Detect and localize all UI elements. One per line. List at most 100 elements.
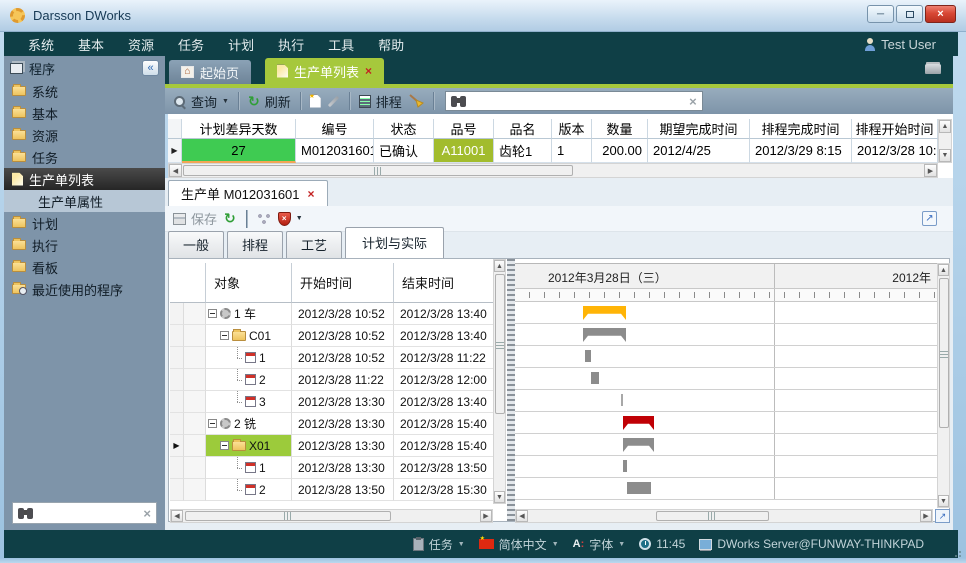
grid-column-header-4[interactable]: 品名 (494, 119, 552, 139)
grid-data-row[interactable]: ▶27M012031601已确认A11001齿轮11200.002012/4/2… (168, 139, 938, 163)
scroll-down-icon[interactable]: ▼ (938, 495, 949, 507)
gantt-vertical-scrollbar[interactable]: ▲ ▼ (937, 263, 950, 508)
query-button[interactable]: 查询 ▼ (173, 92, 229, 111)
tree-row-2[interactable]: 12012/3/28 10:522012/3/28 11:22 (170, 347, 507, 369)
tree-row-5[interactable]: 2 铣2012/3/28 13:302012/3/28 15:40 (170, 413, 507, 435)
scrollbar-thumb[interactable] (656, 511, 769, 521)
grid-column-header-8[interactable]: 排程完成时间 (750, 119, 852, 139)
subtab-schedule[interactable]: 排程 (227, 231, 283, 258)
sidebar-item-6[interactable]: 计划 (4, 212, 165, 234)
scroll-left-icon[interactable]: ◀ (169, 164, 182, 177)
scrollbar-thumb[interactable] (185, 511, 391, 521)
gantt-bar-summary-5[interactable] (623, 416, 654, 430)
status-item-0[interactable]: 任务▼ (413, 536, 465, 553)
expand-gantt-icon[interactable]: ↗ (935, 509, 950, 523)
doc-tab-close-icon[interactable]: × (308, 187, 315, 201)
tree-row-3[interactable]: 22012/3/28 11:222012/3/28 12:00 (170, 369, 507, 391)
save-button[interactable]: 保存 (173, 209, 217, 228)
tree-row-8[interactable]: 22012/3/28 13:502012/3/28 15:30 (170, 479, 507, 501)
grid-column-header-0[interactable]: 计划差异天数 (182, 119, 296, 139)
scroll-right-icon[interactable]: ▶ (480, 510, 492, 522)
status-item-4[interactable]: DWorks Server@FUNWAY-THINKPAD (699, 537, 924, 551)
grid-column-header-1[interactable]: 编号 (296, 119, 374, 139)
sidebar-item-8[interactable]: 看板 (4, 256, 165, 278)
printer-icon[interactable] (925, 64, 941, 74)
collapse-expander-icon[interactable] (208, 419, 217, 428)
schedule-button[interactable]: 排程 (359, 92, 402, 111)
gantt-bar-summary-0[interactable] (583, 306, 626, 320)
grid-column-header-7[interactable]: 期望完成时间 (648, 119, 750, 139)
tree-vertical-scrollbar[interactable]: ▲ ▼ (493, 259, 506, 504)
status-item-1[interactable]: 简体中文▼ (479, 536, 559, 553)
menu-item-1[interactable]: 基本 (66, 32, 116, 57)
gantt-horizontal-scrollbar[interactable]: ◀ ▶ (515, 509, 933, 523)
sidebar-collapse-button[interactable]: « (142, 60, 159, 76)
scroll-left-icon[interactable]: ◀ (171, 510, 183, 522)
tree-row-6[interactable]: ▶X012012/3/28 13:302012/3/28 15:40 (170, 435, 507, 457)
menu-item-4[interactable]: 计划 (216, 32, 266, 57)
scroll-right-icon[interactable]: ▶ (924, 164, 937, 177)
gantt-bar-task-7[interactable] (623, 460, 627, 472)
gantt-bar-task-3[interactable] (591, 372, 599, 384)
menu-item-2[interactable]: 资源 (116, 32, 166, 57)
sidebar-item-5[interactable]: 生产单属性 (4, 190, 165, 212)
gantt-bar-summary-6[interactable] (623, 438, 654, 452)
scroll-right-icon[interactable]: ▶ (920, 510, 932, 522)
scrollbar-thumb[interactable] (939, 278, 949, 428)
subtab-process[interactable]: 工艺 (286, 231, 342, 258)
grid-column-header-3[interactable]: 品号 (434, 119, 494, 139)
tab-close-icon[interactable]: × (365, 64, 372, 78)
status-item-2[interactable]: A字体▼ (573, 536, 626, 553)
close-button[interactable]: × (925, 5, 956, 23)
sidebar-item-1[interactable]: 基本 (4, 102, 165, 124)
production-order-doc-tab[interactable]: 生产单 M012031601 × (168, 180, 328, 206)
grid-column-header-5[interactable]: 版本 (552, 119, 592, 139)
toolbar-search-input[interactable] (471, 94, 684, 108)
gantt-bar-summary-1[interactable] (583, 328, 626, 342)
grid-vertical-scrollbar[interactable]: ▲ ▼ (938, 119, 952, 163)
collapse-expander-icon[interactable] (220, 331, 229, 340)
refresh-button[interactable]: ↻ 刷新 (248, 92, 291, 111)
minimize-button[interactable]: ─ (867, 5, 894, 23)
grid-column-header-2[interactable]: 状态 (374, 119, 434, 139)
clear-search-icon[interactable]: × (689, 94, 697, 109)
gantt-bar-task-8[interactable] (627, 482, 651, 494)
clear-search-icon[interactable]: × (143, 506, 151, 521)
link-tasks-icon[interactable] (257, 213, 271, 225)
tab-home[interactable]: ⌂ 起始页 (169, 60, 251, 84)
menu-item-0[interactable]: 系统 (16, 32, 66, 57)
grid-horizontal-scrollbar[interactable]: ◀ ▶ (168, 163, 938, 178)
splitter-handle[interactable] (507, 259, 515, 521)
menu-item-3[interactable]: 任务 (166, 32, 216, 57)
restore-button[interactable] (896, 5, 923, 23)
edit-button[interactable] (328, 95, 339, 106)
scrollbar-thumb[interactable] (183, 165, 573, 176)
grid-column-header-6[interactable]: 数量 (592, 119, 648, 139)
tree-horizontal-scrollbar[interactable]: ◀ ▶ (170, 509, 493, 523)
broom-icon[interactable] (408, 94, 424, 108)
scroll-down-icon[interactable]: ▼ (494, 491, 505, 503)
sidebar-search-input[interactable] (38, 506, 138, 520)
menu-item-7[interactable]: 帮助 (366, 32, 416, 57)
tree-row-7[interactable]: 12012/3/28 13:302012/3/28 13:50 (170, 457, 507, 479)
validate-button[interactable]: × ▼ (278, 212, 303, 226)
gantt-bar-task-2[interactable] (585, 350, 591, 362)
sidebar-item-2[interactable]: 资源 (4, 124, 165, 146)
open-external-icon[interactable]: ↗ (922, 211, 937, 226)
subtab-general[interactable]: 一般 (168, 231, 224, 258)
scroll-down-icon[interactable]: ▼ (939, 149, 951, 162)
user-badge[interactable]: Test User (864, 37, 936, 52)
scroll-up-icon[interactable]: ▲ (494, 260, 505, 272)
tree-row-4[interactable]: 32012/3/28 13:302012/3/28 13:40 (170, 391, 507, 413)
detail-refresh-button[interactable]: ↻ (224, 212, 236, 225)
tab-production-order-list[interactable]: 生产单列表 × (265, 58, 384, 84)
sidebar-item-9[interactable]: 最近使用的程序 (4, 278, 165, 300)
new-record-button[interactable] (310, 95, 321, 108)
sidebar-item-4[interactable]: 生产单列表 (4, 168, 165, 190)
gantt-bar-task-4[interactable] (621, 394, 623, 406)
tree-row-0[interactable]: 1 车2012/3/28 10:522012/3/28 13:40 (170, 303, 507, 325)
sidebar-item-7[interactable]: 执行 (4, 234, 165, 256)
menu-item-6[interactable]: 工具 (316, 32, 366, 57)
tree-row-1[interactable]: C012012/3/28 10:522012/3/28 13:40 (170, 325, 507, 347)
scroll-left-icon[interactable]: ◀ (516, 510, 528, 522)
